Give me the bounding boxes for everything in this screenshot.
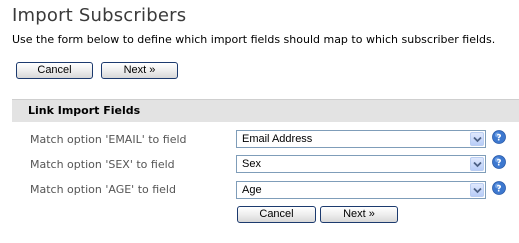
svg-text:?: ?: [496, 159, 501, 169]
cancel-button-top[interactable]: Cancel: [16, 62, 93, 79]
next-button-top[interactable]: Next »: [101, 62, 178, 79]
help-icon[interactable]: ?: [492, 130, 506, 144]
select-value: Sex: [242, 158, 261, 170]
import-subscribers-page: Import Subscribers Use the form below to…: [0, 0, 519, 243]
match-age-label: Match option 'AGE' to field: [30, 183, 176, 196]
match-sex-label: Match option 'SEX' to field: [30, 158, 175, 171]
svg-text:?: ?: [496, 185, 501, 195]
next-button-bottom[interactable]: Next »: [320, 206, 398, 223]
age-field-select[interactable]: Age: [236, 181, 486, 199]
section-title: Link Import Fields: [28, 104, 141, 117]
select-value: Age: [242, 184, 262, 196]
chevron-down-icon[interactable]: [470, 183, 484, 197]
select-value: Email Address: [242, 133, 313, 145]
link-import-fields-header: Link Import Fields: [12, 99, 519, 122]
help-icon[interactable]: ?: [492, 181, 506, 195]
email-field-select[interactable]: Email Address: [236, 130, 486, 148]
chevron-down-icon[interactable]: [470, 132, 484, 146]
match-email-label: Match option 'EMAIL' to field: [30, 133, 187, 146]
help-icon[interactable]: ?: [492, 155, 506, 169]
sex-field-select[interactable]: Sex: [236, 155, 486, 173]
svg-text:?: ?: [496, 134, 501, 144]
cancel-button-bottom[interactable]: Cancel: [237, 206, 316, 223]
page-title: Import Subscribers: [12, 5, 187, 26]
chevron-down-icon[interactable]: [470, 157, 484, 171]
intro-text: Use the form below to define which impor…: [12, 33, 496, 46]
